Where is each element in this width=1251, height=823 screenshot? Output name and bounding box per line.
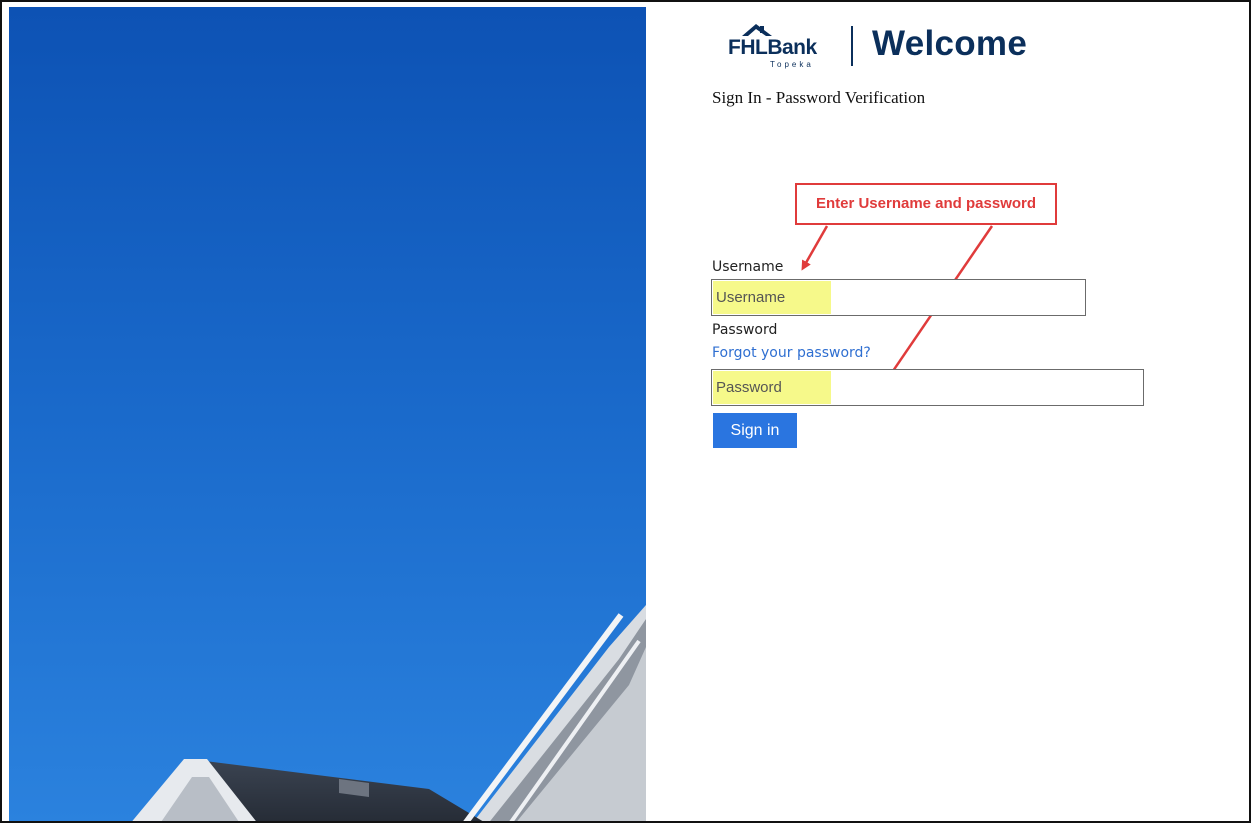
forgot-password-link[interactable]: Forgot your password? — [712, 345, 871, 361]
password-label: Password — [712, 322, 778, 338]
login-page: FHLBank Topeka Welcome Sign In - Passwor… — [0, 0, 1251, 823]
annotation-callout: Enter Username and password — [795, 183, 1057, 225]
page-title: Welcome — [872, 24, 1028, 63]
password-input[interactable] — [712, 370, 1143, 405]
logo-subtext: Topeka — [770, 60, 814, 69]
username-field-wrapper — [711, 279, 1086, 316]
page-subtitle: Sign In - Password Verification — [712, 88, 926, 107]
logo-divider — [851, 26, 853, 66]
username-input[interactable] — [712, 280, 1085, 315]
username-label: Username — [712, 259, 784, 275]
brand-header: FHLBank Topeka Welcome — [726, 22, 1066, 72]
password-field-wrapper — [711, 369, 1144, 406]
logo-text: FHLBank — [728, 36, 817, 59]
house-roof-illustration — [9, 7, 646, 821]
sign-in-button[interactable]: Sign in — [713, 413, 797, 448]
arrow-to-username — [801, 225, 829, 271]
hero-photo — [9, 7, 646, 821]
